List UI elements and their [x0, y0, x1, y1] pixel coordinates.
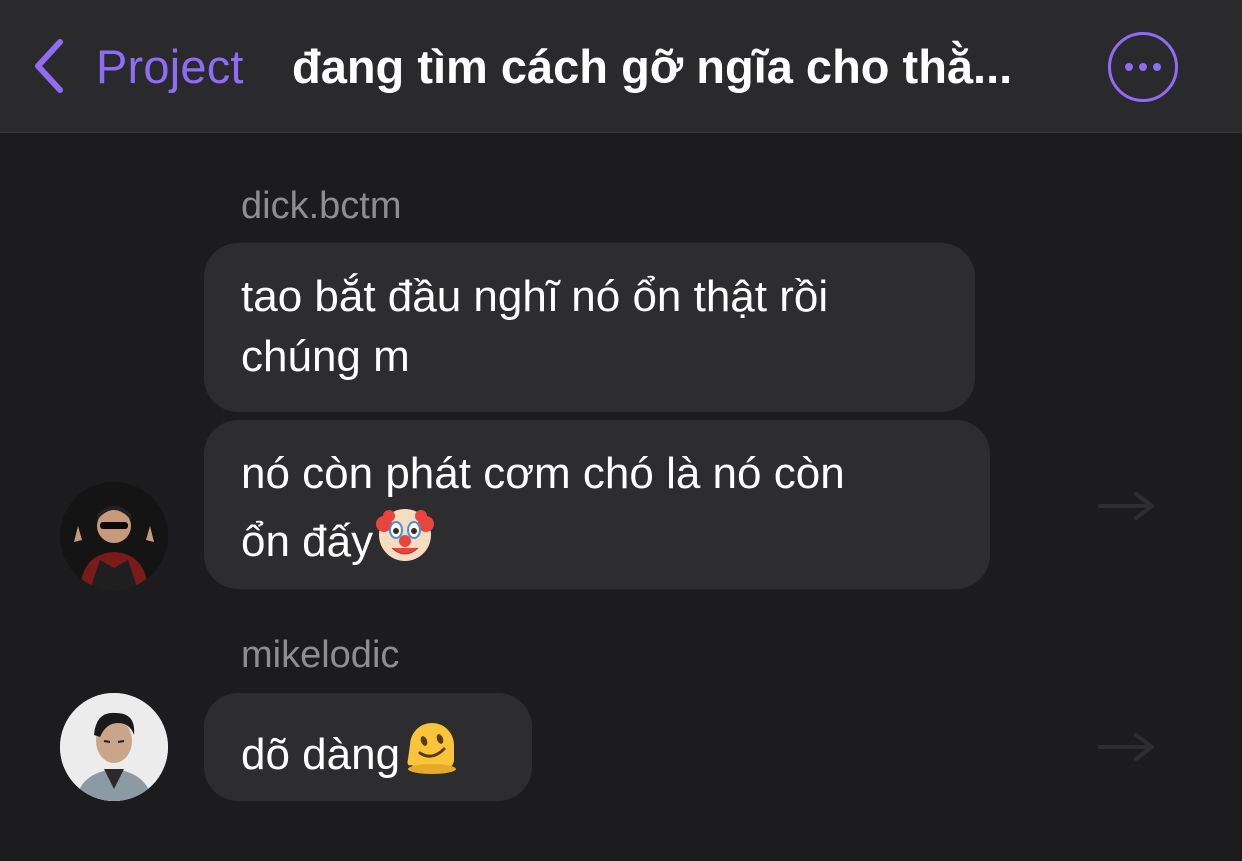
message-text-line: chúng m: [241, 332, 410, 381]
forward-icon[interactable]: [1096, 486, 1162, 531]
chat-title: đang tìm cách gỡ ngĩa cho thằ...: [292, 40, 1013, 93]
message-text-line: nó còn phát cơm chó là nó còn: [241, 449, 845, 498]
melting-face-icon: [402, 717, 462, 793]
avatar[interactable]: [60, 482, 168, 590]
forward-icon[interactable]: [1096, 727, 1162, 772]
message-bubble[interactable]: dõ dàng: [204, 693, 532, 801]
sender-name: mikelodic: [241, 634, 400, 676]
chat-screen: Project đang tìm cách gỡ ngĩa cho thằ...…: [0, 0, 1242, 861]
chevron-left-icon: [30, 36, 66, 96]
chat-header: Project đang tìm cách gỡ ngĩa cho thằ...: [0, 0, 1242, 133]
clown-face-icon: [375, 504, 435, 580]
message-text-line: tao bắt đầu nghĩ nó ổn thật rồi: [241, 272, 829, 321]
sender-name: dick.bctm: [241, 185, 402, 227]
more-options-button[interactable]: [1108, 32, 1178, 102]
message-text-line: dõ dàng: [241, 730, 401, 779]
message-bubble[interactable]: tao bắt đầu nghĩ nó ổn thật rồi chúng m: [204, 243, 975, 412]
message-text-line: ổn đấy: [241, 517, 374, 566]
back-button[interactable]: Project: [30, 30, 244, 102]
message-bubble[interactable]: nó còn phát cơm chó là nó còn ổn đấy: [204, 420, 990, 589]
avatar[interactable]: [60, 693, 168, 801]
back-button-label: Project: [96, 39, 244, 93]
ellipsis-icon: [1122, 63, 1164, 71]
